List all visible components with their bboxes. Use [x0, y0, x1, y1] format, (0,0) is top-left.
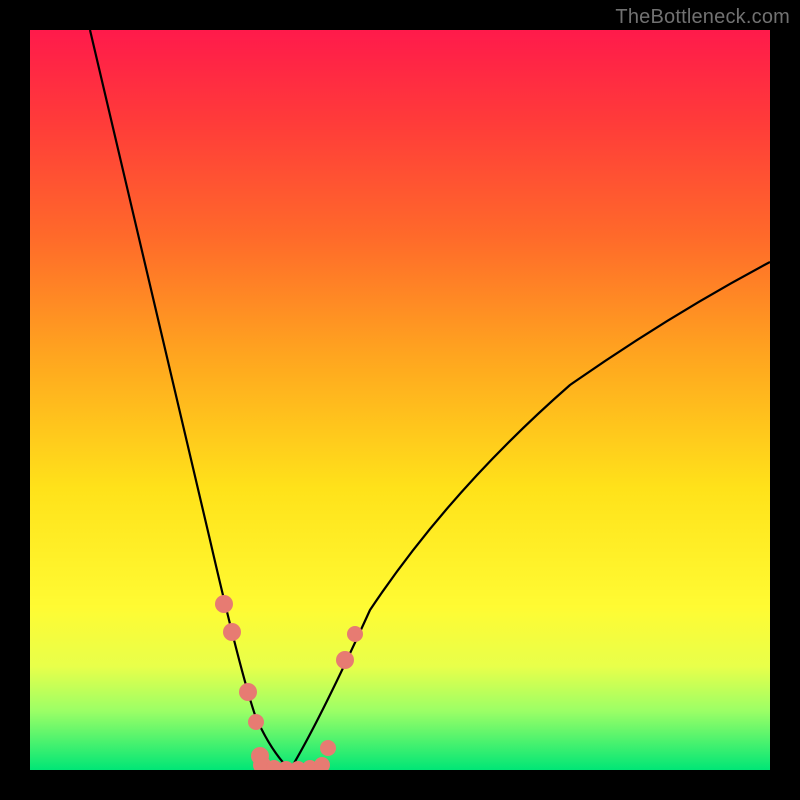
chart-frame: TheBottleneck.com — [0, 0, 800, 800]
dot — [248, 714, 264, 730]
watermark-text: TheBottleneck.com — [615, 6, 790, 29]
left-curve — [90, 30, 290, 770]
dot — [336, 651, 354, 669]
data-dots — [215, 595, 363, 770]
dot — [347, 626, 363, 642]
curves-svg — [30, 30, 770, 770]
dot — [320, 740, 336, 756]
plot-area — [30, 30, 770, 770]
right-curve — [290, 262, 770, 770]
dot — [239, 683, 257, 701]
dot — [223, 623, 241, 641]
dot — [215, 595, 233, 613]
dot — [314, 757, 330, 770]
